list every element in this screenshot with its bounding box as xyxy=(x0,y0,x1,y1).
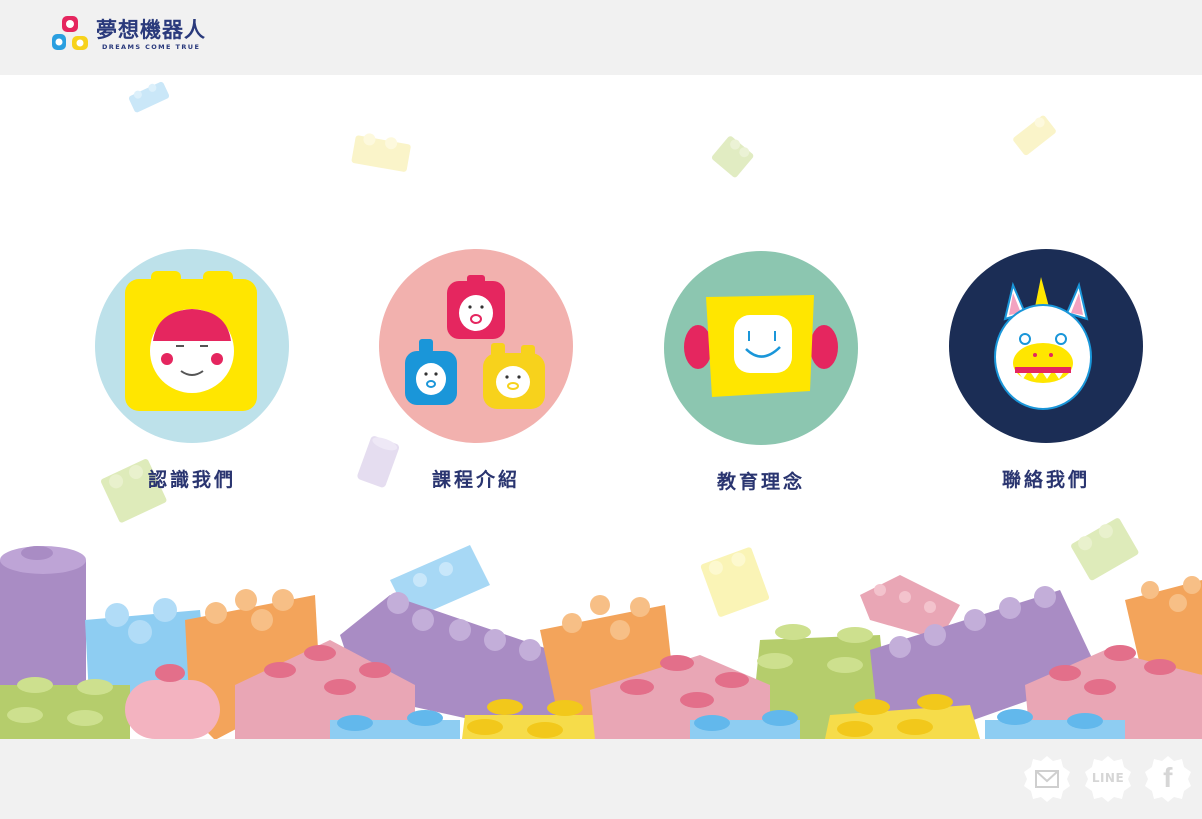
line-text: LINE xyxy=(1091,771,1125,785)
logo-title: 夢想機器人 xyxy=(96,18,206,42)
unicorn-monster-icon xyxy=(949,249,1143,443)
line-button[interactable]: LINE xyxy=(1083,754,1133,804)
nav-label: 認識我們 xyxy=(147,469,236,491)
nav-label: 聯絡我們 xyxy=(1001,469,1090,491)
header: 夢想機器人 DREAMS COME TRUE xyxy=(0,0,1202,75)
facebook-text: f xyxy=(1163,762,1173,793)
mail-icon xyxy=(1024,756,1070,802)
nav-label: 課程介紹 xyxy=(431,469,520,491)
nav-label: 教育理念 xyxy=(716,471,805,493)
logo[interactable]: 夢想機器人 DREAMS COME TRUE xyxy=(50,14,205,56)
nav-item-about[interactable]: 認識我們 xyxy=(92,249,292,492)
mail-button[interactable] xyxy=(1022,754,1072,804)
logo-robots-icon xyxy=(52,16,88,50)
facebook-button[interactable]: f xyxy=(1143,754,1193,804)
yellow-robot-face-icon xyxy=(95,249,289,443)
smiling-robot-face-icon xyxy=(664,251,858,445)
main-stage: 認識我們 課程介紹 教育理念 聯絡我們 xyxy=(0,75,1202,739)
footer: LINE f xyxy=(0,739,1202,819)
three-robots-icon xyxy=(379,249,573,443)
nav-item-philosophy[interactable]: 教育理念 xyxy=(661,251,861,494)
nav-item-courses[interactable]: 課程介紹 xyxy=(376,249,576,492)
logo-subtitle: DREAMS COME TRUE xyxy=(102,43,201,51)
nav-item-contact[interactable]: 聯絡我們 xyxy=(946,249,1146,492)
